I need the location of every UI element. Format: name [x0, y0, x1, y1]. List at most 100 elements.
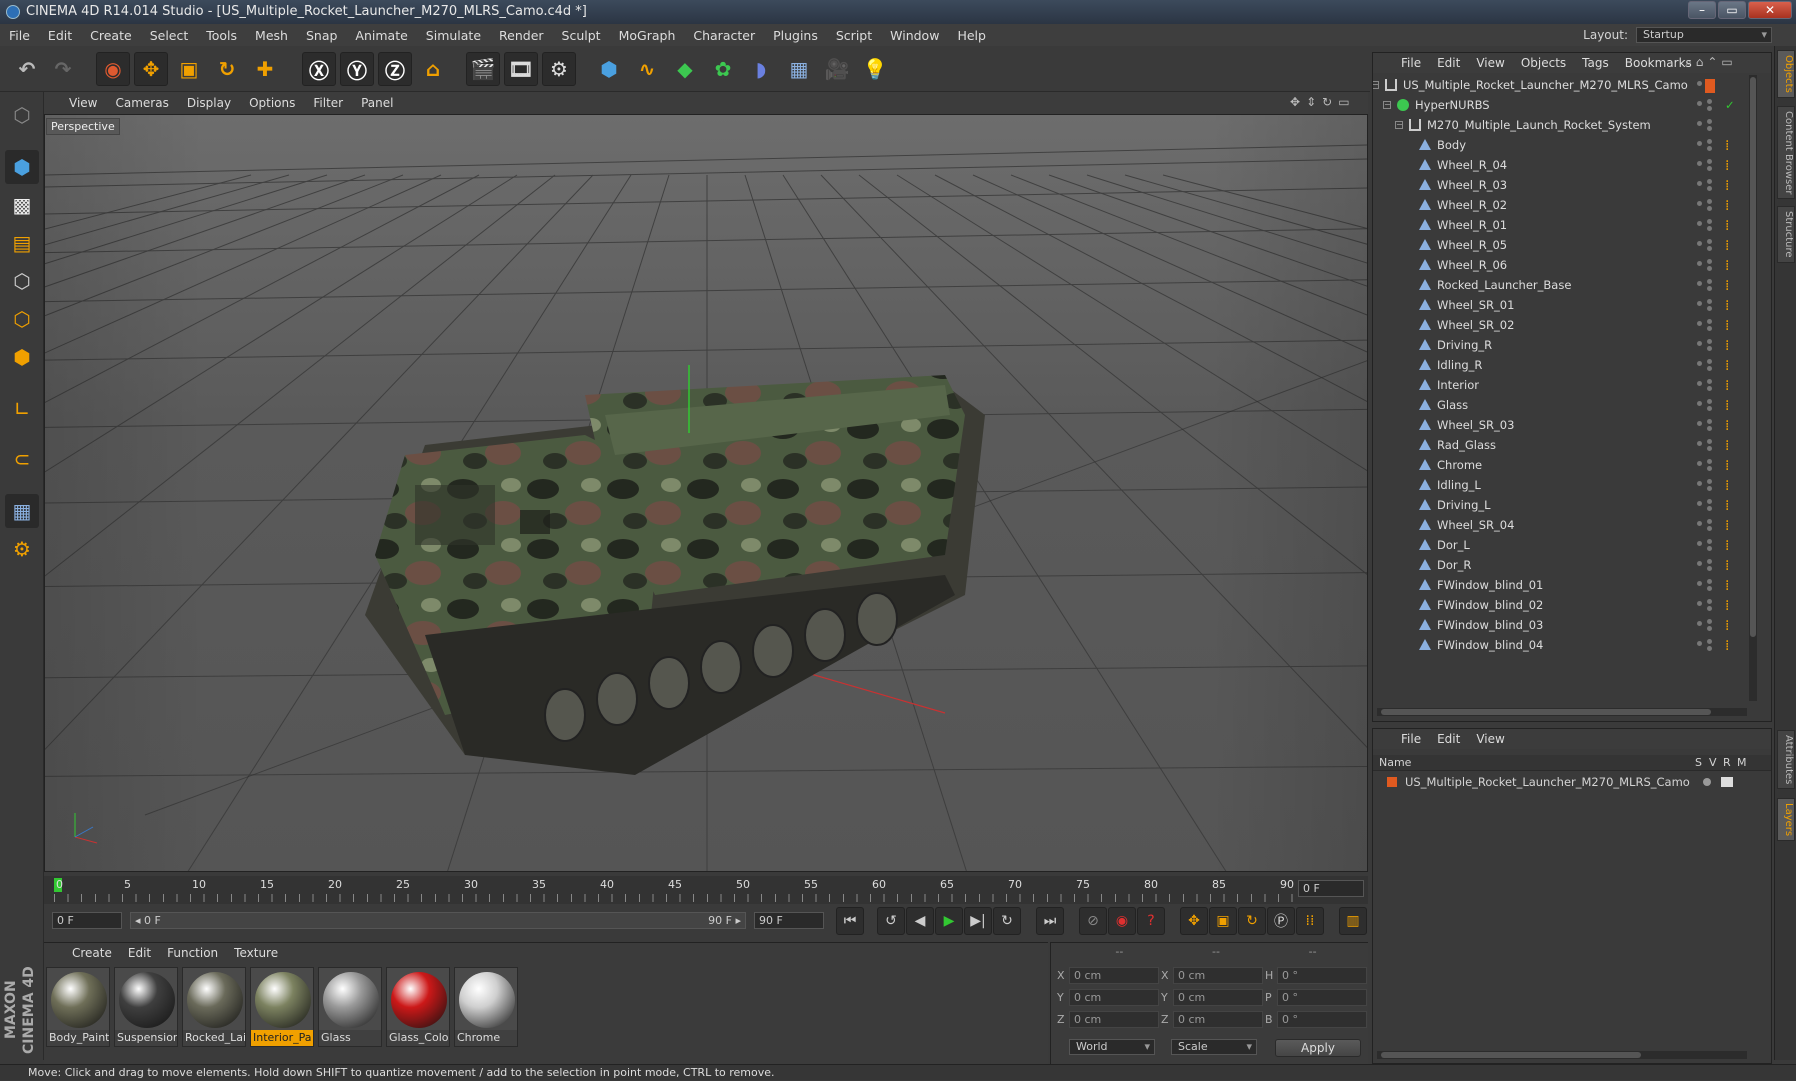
- object-menu-view[interactable]: View: [1468, 56, 1512, 70]
- visibility-dots[interactable]: [1697, 235, 1721, 256]
- layer-column-header[interactable]: M: [1737, 755, 1747, 771]
- visibility-dots[interactable]: [1697, 555, 1721, 576]
- phong-tag-icon[interactable]: ⁞: [1725, 179, 1741, 193]
- object-row[interactable]: Dor_R ⁞: [1373, 555, 1753, 576]
- phong-tag-icon[interactable]: ⁞: [1725, 599, 1741, 613]
- y-axis-icon[interactable]: Ⓨ: [340, 52, 374, 86]
- viewport-menu-panel[interactable]: Panel: [352, 96, 402, 110]
- visibility-dots[interactable]: [1697, 95, 1721, 116]
- layer-tag-icon[interactable]: [1705, 79, 1715, 93]
- end-frame-field[interactable]: 90 F: [754, 912, 824, 929]
- go-to-end-icon[interactable]: ⏭: [1036, 907, 1064, 935]
- coordinate-field[interactable]: 0 cm: [1173, 967, 1263, 984]
- dolly-icon[interactable]: ⇕: [1306, 95, 1322, 109]
- menu-script[interactable]: Script: [827, 28, 881, 43]
- tab-attributes[interactable]: Attributes: [1777, 730, 1795, 790]
- visibility-dots[interactable]: [1697, 395, 1721, 416]
- viewport-menu-options[interactable]: Options: [240, 96, 304, 110]
- go-to-start-icon[interactable]: ⏮: [836, 907, 864, 935]
- object-row[interactable]: FWindow_blind_02 ⁞: [1373, 595, 1753, 616]
- object-row[interactable]: Idling_R ⁞: [1373, 355, 1753, 376]
- phong-tag-icon[interactable]: ⁞: [1725, 419, 1741, 433]
- visibility-dots[interactable]: [1697, 295, 1721, 316]
- visibility-dots[interactable]: [1697, 275, 1721, 296]
- coordinate-system-icon[interactable]: ⌂: [416, 52, 450, 86]
- next-frame-icon[interactable]: ▶|: [964, 907, 992, 935]
- phong-tag-icon[interactable]: ⁞: [1725, 539, 1741, 553]
- visibility-dots[interactable]: [1697, 115, 1721, 136]
- layer-column-header[interactable]: Name: [1379, 755, 1411, 771]
- object-row[interactable]: Dor_L ⁞: [1373, 535, 1753, 556]
- texture-mode-icon[interactable]: ▩: [5, 188, 39, 222]
- z-axis-icon[interactable]: Ⓩ: [378, 52, 412, 86]
- cube-primitive-icon[interactable]: ⬢: [592, 52, 626, 86]
- tab-layers[interactable]: Layers: [1777, 798, 1795, 842]
- visibility-dots[interactable]: [1697, 415, 1721, 436]
- object-row[interactable]: Wheel_SR_04 ⁞: [1373, 515, 1753, 536]
- layer-menu-file[interactable]: File: [1393, 732, 1429, 746]
- light-icon[interactable]: 💡: [858, 52, 892, 86]
- nurbs-icon[interactable]: ◆: [668, 52, 702, 86]
- polygons-mode-icon[interactable]: ⬢: [5, 340, 39, 374]
- array-icon[interactable]: ✿: [706, 52, 740, 86]
- apply-button[interactable]: Apply: [1275, 1039, 1361, 1057]
- up-icon[interactable]: ⌃: [1707, 55, 1721, 69]
- keyframe-selection-icon[interactable]: ?: [1137, 907, 1165, 935]
- play-icon[interactable]: ▶: [935, 907, 963, 935]
- coordinate-field[interactable]: 0 cm: [1173, 1011, 1263, 1028]
- phong-tag-icon[interactable]: ⁞: [1725, 259, 1741, 273]
- orbit-icon[interactable]: ↻: [1322, 95, 1338, 109]
- phong-tag-icon[interactable]: ⁞: [1725, 319, 1741, 333]
- phong-tag-icon[interactable]: ⁞: [1725, 299, 1741, 313]
- key-rotation-icon[interactable]: ↻: [1238, 907, 1266, 935]
- key-position-icon[interactable]: ✥: [1180, 907, 1208, 935]
- floor-icon[interactable]: ▦: [782, 52, 816, 86]
- previous-key-icon[interactable]: ↺: [877, 907, 905, 935]
- visibility-dots[interactable]: [1697, 155, 1721, 176]
- phong-tag-icon[interactable]: ⁞: [1725, 619, 1741, 633]
- minimize-button[interactable]: –: [1688, 1, 1716, 19]
- phong-tag-icon[interactable]: ⁞: [1725, 199, 1741, 213]
- menu-render[interactable]: Render: [490, 28, 553, 43]
- object-row[interactable]: Body ⁞: [1373, 135, 1753, 156]
- new-window-icon[interactable]: ▭: [1721, 55, 1736, 69]
- object-menu-edit[interactable]: Edit: [1429, 56, 1468, 70]
- snap-icon[interactable]: ⊂: [5, 442, 39, 476]
- phong-tag-icon[interactable]: ⁞: [1725, 159, 1741, 173]
- object-row[interactable]: Rad_Glass ⁞: [1373, 435, 1753, 456]
- menu-sculpt[interactable]: Sculpt: [553, 28, 610, 43]
- phong-tag-icon[interactable]: ⁞: [1725, 459, 1741, 473]
- viewport-menu-view[interactable]: View: [60, 96, 106, 110]
- object-hscrollbar[interactable]: [1377, 708, 1747, 716]
- key-parameter-icon[interactable]: Ⓟ: [1267, 907, 1295, 935]
- make-editable-icon[interactable]: ⬡: [5, 98, 39, 132]
- layer-menu-edit[interactable]: Edit: [1429, 732, 1468, 746]
- quantize-icon[interactable]: ⚙: [5, 532, 39, 566]
- menu-character[interactable]: Character: [684, 28, 764, 43]
- object-row[interactable]: Wheel_R_04 ⁞: [1373, 155, 1753, 176]
- layer-row[interactable]: US_Multiple_Rocket_Launcher_M270_MLRS_Ca…: [1373, 773, 1771, 791]
- object-row[interactable]: Rocked_Launcher_Base ⁞: [1373, 275, 1753, 296]
- visibility-dots[interactable]: [1697, 255, 1721, 276]
- coordinate-field[interactable]: 0 cm: [1069, 989, 1159, 1006]
- close-button[interactable]: ✕: [1748, 1, 1792, 19]
- menu-animate[interactable]: Animate: [346, 28, 416, 43]
- layer-column-header[interactable]: S: [1695, 755, 1702, 771]
- object-row[interactable]: Glass ⁞: [1373, 395, 1753, 416]
- layer-column-header[interactable]: V: [1709, 755, 1717, 771]
- phong-tag-icon[interactable]: ⁞: [1725, 139, 1741, 153]
- record-keys-icon[interactable]: ⊘: [1079, 907, 1107, 935]
- object-menu-objects[interactable]: Objects: [1513, 56, 1574, 70]
- phong-tag-icon[interactable]: ⁞: [1725, 239, 1741, 253]
- menu-mograph[interactable]: MoGraph: [610, 28, 685, 43]
- add-object-icon[interactable]: ✚: [248, 52, 282, 86]
- layer-hscrollbar[interactable]: [1377, 1051, 1747, 1059]
- object-row[interactable]: Wheel_SR_02 ⁞: [1373, 315, 1753, 336]
- material-menu-texture[interactable]: Texture: [226, 946, 286, 960]
- viewport-menu-cameras[interactable]: Cameras: [106, 96, 177, 110]
- object-row[interactable]: Interior ⁞: [1373, 375, 1753, 396]
- camera-icon[interactable]: 🎥: [820, 52, 854, 86]
- axis-mode-icon[interactable]: ∟: [5, 392, 39, 426]
- tab-structure[interactable]: Structure: [1777, 206, 1795, 263]
- visibility-dots[interactable]: [1697, 315, 1721, 336]
